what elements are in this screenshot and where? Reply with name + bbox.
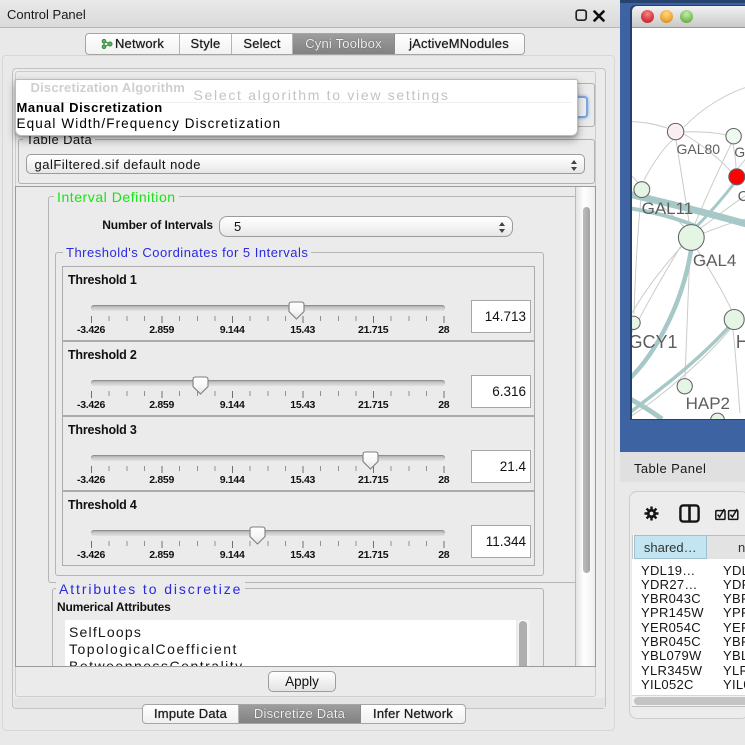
svg-text:GCY1: GCY1 bbox=[632, 332, 678, 352]
svg-text:GAL80: GAL80 bbox=[676, 141, 720, 157]
svg-text:GAL4: GAL4 bbox=[692, 251, 735, 270]
svg-text:GAL11: GAL11 bbox=[641, 199, 693, 218]
svg-text:H: H bbox=[735, 332, 745, 352]
svg-text:HAP2: HAP2 bbox=[685, 394, 729, 413]
svg-text:GA: GA bbox=[734, 144, 745, 160]
svg-text:C: C bbox=[737, 188, 745, 205]
